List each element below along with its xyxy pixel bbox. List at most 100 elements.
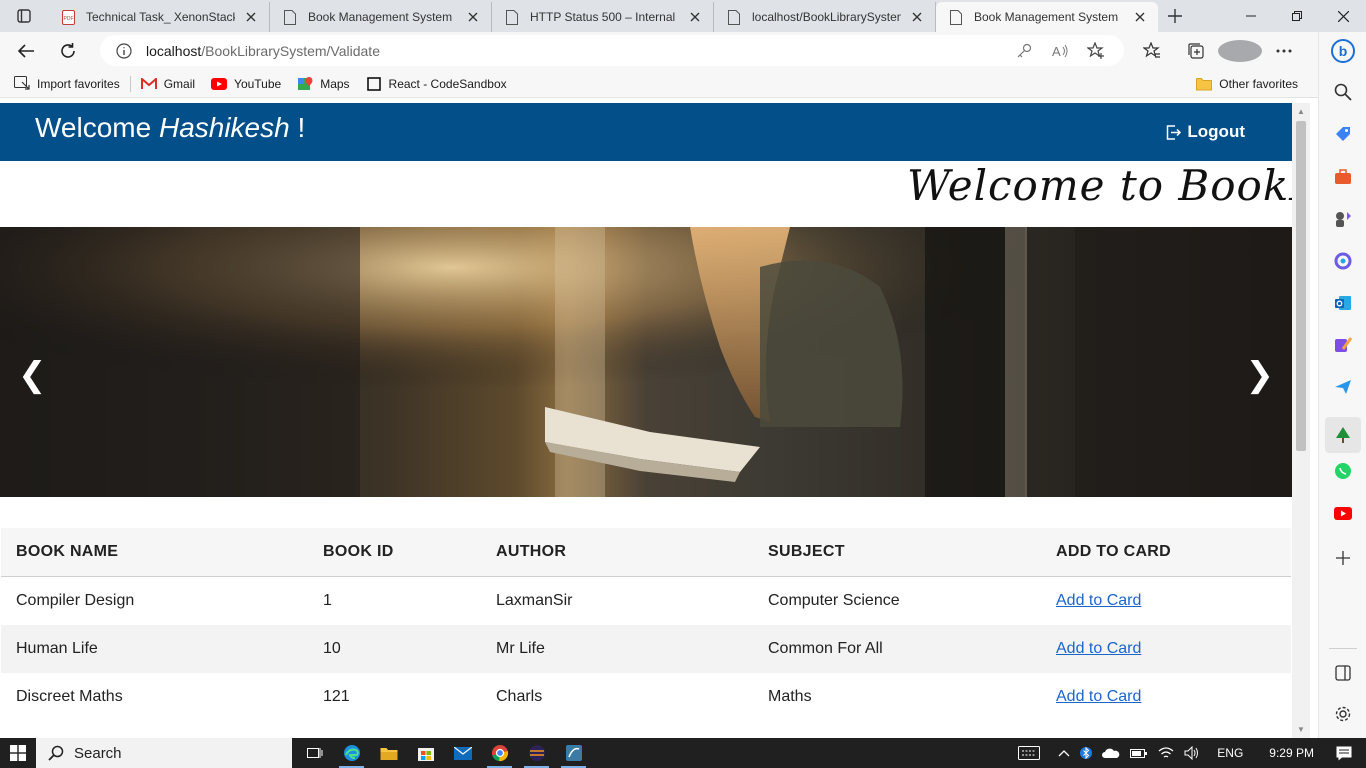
browser-tab-book-management[interactable]: Book Management System xyxy=(270,2,492,32)
taskbar-chrome[interactable] xyxy=(481,738,518,768)
cell-book-id: 1 xyxy=(323,592,332,609)
settings-menu-icon[interactable] xyxy=(1262,49,1306,53)
profile-button[interactable] xyxy=(1218,40,1262,62)
tab-actions-button[interactable] xyxy=(0,0,48,32)
window-controls xyxy=(1228,0,1366,32)
add-to-card-link[interactable]: Add to Card xyxy=(1056,688,1141,705)
cell-subject: Maths xyxy=(768,688,812,705)
refresh-button[interactable] xyxy=(50,35,86,67)
youtube-icon[interactable] xyxy=(1331,501,1355,525)
close-icon[interactable] xyxy=(465,9,481,25)
close-icon xyxy=(1337,10,1349,22)
column-header-add-to-card: ADD TO CARD xyxy=(1041,528,1291,577)
site-info-icon[interactable] xyxy=(116,42,132,59)
onedrive-icon[interactable] xyxy=(1097,748,1125,758)
shopping-tag-icon[interactable] xyxy=(1331,122,1355,146)
close-icon[interactable] xyxy=(243,9,259,25)
volume-icon[interactable] xyxy=(1179,746,1205,760)
add-to-card-link[interactable]: Add to Card xyxy=(1056,640,1141,657)
tree-app-icon[interactable] xyxy=(1325,417,1361,453)
back-button[interactable] xyxy=(8,35,44,67)
taskbar-eclipse[interactable] xyxy=(518,738,555,768)
collections-icon[interactable] xyxy=(1174,42,1218,60)
bluetooth-icon[interactable] xyxy=(1075,745,1097,761)
favorite-label: Gmail xyxy=(163,76,196,91)
scroll-up-icon[interactable]: ▲ xyxy=(1297,107,1305,116)
send-icon[interactable] xyxy=(1331,375,1355,399)
favorite-label: React - CodeSandbox xyxy=(388,76,507,91)
outlook-icon[interactable] xyxy=(1331,291,1355,315)
store-icon xyxy=(417,748,434,761)
new-tab-button[interactable] xyxy=(1158,0,1192,32)
close-icon[interactable] xyxy=(909,9,925,25)
search-icon[interactable] xyxy=(1331,80,1355,104)
start-button[interactable] xyxy=(0,738,36,768)
tools-briefcase-icon[interactable] xyxy=(1331,165,1355,189)
favorite-gmail[interactable]: Gmail xyxy=(133,70,203,98)
favorite-maps[interactable]: Maps xyxy=(289,70,357,98)
cell-subject: Computer Science xyxy=(768,592,900,609)
key-icon[interactable] xyxy=(1006,43,1042,59)
cell-book-name: Discreet Maths xyxy=(16,688,123,705)
task-view-button[interactable] xyxy=(296,738,333,768)
page-scrollbar[interactable]: ▲ ▼ xyxy=(1292,103,1310,738)
games-icon[interactable] xyxy=(1331,207,1355,231)
close-icon[interactable] xyxy=(687,9,703,25)
favorites-divider xyxy=(129,75,131,92)
scrollbar-thumb[interactable] xyxy=(1296,121,1306,451)
table-row: Human Life 10 Mr Life Common For All Add… xyxy=(1,625,1291,673)
notifications-icon[interactable] xyxy=(1328,746,1366,761)
add-to-card-link[interactable]: Add to Card xyxy=(1056,592,1141,609)
taskbar-file-explorer[interactable] xyxy=(370,738,407,768)
table-row: Compiler Design 1 LaxmanSir Computer Sci… xyxy=(1,577,1291,626)
battery-icon[interactable] xyxy=(1125,747,1153,759)
address-bar[interactable]: localhost/BookLibrarySystem/Validate A xyxy=(100,35,1124,66)
chrome-icon xyxy=(491,745,508,762)
read-aloud-icon[interactable]: A xyxy=(1042,43,1078,59)
windows-logo-icon xyxy=(10,745,26,761)
show-hidden-icons-icon[interactable] xyxy=(1053,749,1075,757)
language-indicator[interactable]: ENG xyxy=(1205,746,1255,760)
cell-author: Charls xyxy=(496,688,543,705)
favorites-icon[interactable] xyxy=(1130,42,1174,60)
close-window-button[interactable] xyxy=(1320,0,1366,32)
restore-button[interactable] xyxy=(1274,0,1320,32)
cell-book-id: 10 xyxy=(308,625,481,673)
column-header-subject: SUBJECT xyxy=(753,528,1041,577)
wifi-icon[interactable] xyxy=(1153,746,1179,760)
cell-action: Add to Card xyxy=(1041,577,1291,626)
designer-icon[interactable] xyxy=(1331,333,1355,357)
keyboard-icon[interactable] xyxy=(1013,746,1045,760)
browser-tab-http-500[interactable]: HTTP Status 500 – Internal Server Error xyxy=(492,2,714,32)
taskbar-edge[interactable] xyxy=(333,738,370,768)
url-text[interactable]: localhost/BookLibrarySystem/Validate xyxy=(146,43,380,59)
logout-link[interactable]: Logout xyxy=(1166,122,1245,142)
browser-tab-localhost[interactable]: localhost/BookLibrarySystem/ xyxy=(714,2,936,32)
cell-author: Mr Life xyxy=(481,625,753,673)
taskbar-mail[interactable] xyxy=(444,738,481,768)
browser-tab-pdf[interactable]: PDF Technical Task_ XenonStack.pdf xyxy=(48,2,270,32)
hide-sidebar-icon[interactable] xyxy=(1331,661,1355,685)
add-favorite-icon[interactable] xyxy=(1078,41,1114,60)
bing-chat-icon[interactable]: b xyxy=(1330,38,1356,64)
scroll-down-icon[interactable]: ▼ xyxy=(1297,725,1305,734)
browser-toolbar: localhost/BookLibrarySystem/Validate A xyxy=(0,32,1318,70)
taskbar-store[interactable] xyxy=(407,738,444,768)
carousel-prev-button[interactable]: ❮ xyxy=(18,355,47,395)
taskbar-mysql-workbench[interactable] xyxy=(555,738,592,768)
add-sidebar-app-icon[interactable] xyxy=(1331,546,1355,570)
carousel-next-button[interactable]: ❯ xyxy=(1246,355,1275,395)
microsoft-365-icon[interactable] xyxy=(1331,249,1355,273)
favorite-youtube[interactable]: YouTube xyxy=(203,70,289,98)
favorite-import[interactable]: Import favorites xyxy=(0,70,128,98)
sidebar-settings-gear-icon[interactable] xyxy=(1331,702,1355,726)
other-favorites[interactable]: Other favorites xyxy=(1188,70,1306,98)
marquee-text: Welcome to BookLibrary xyxy=(907,161,1292,210)
whatsapp-icon[interactable] xyxy=(1331,459,1355,483)
close-icon[interactable] xyxy=(1132,9,1148,25)
taskbar-search[interactable]: Search xyxy=(36,738,292,768)
minimize-button[interactable] xyxy=(1228,0,1274,32)
favorite-codesandbox[interactable]: React - CodeSandbox xyxy=(358,70,515,98)
clock[interactable]: 9:29 PM xyxy=(1255,746,1328,760)
browser-tab-active[interactable]: Book Management System xyxy=(936,2,1158,32)
